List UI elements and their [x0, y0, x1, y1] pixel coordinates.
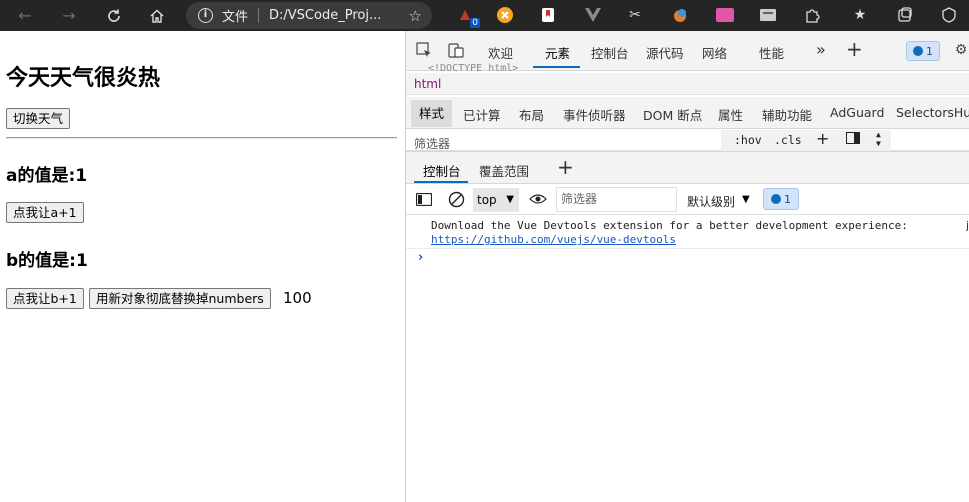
hover-state-toggle[interactable]: :hov — [734, 133, 762, 147]
add-tab-icon[interactable]: + — [846, 37, 863, 61]
divider — [6, 137, 397, 139]
increment-b-button[interactable]: 点我让b+1 — [6, 288, 84, 309]
drawer-active-indicator — [414, 181, 468, 183]
log-level-chevron-icon: ▼ — [742, 194, 750, 205]
forward-icon[interactable]: → — [54, 0, 84, 31]
issues-button[interactable]: 1 — [906, 41, 940, 61]
tab-properties[interactable]: 属性 — [718, 105, 743, 124]
increment-a-button[interactable]: 点我让a+1 — [6, 202, 84, 223]
scroll-arrows-icon[interactable]: ▲ ▼ — [876, 130, 881, 148]
sidebar-toggle-icon[interactable] — [415, 192, 433, 210]
inspect-element-icon[interactable] — [414, 42, 434, 60]
drawer-add-tab-icon[interactable]: + — [557, 155, 574, 179]
tab-accessibility[interactable]: 辅助功能 — [762, 105, 812, 124]
extension-badge: 0 — [470, 18, 480, 28]
console-issues-count: 1 — [784, 192, 791, 206]
url-text[interactable]: D:/VSCode_Proj... — [269, 8, 387, 23]
console-message-text: Download the Vue Devtools extension for … — [431, 219, 908, 232]
scissors-icon[interactable]: ✂ — [624, 4, 646, 26]
extensions-icon[interactable] — [801, 4, 823, 26]
tab-adguard[interactable]: AdGuard — [830, 105, 884, 120]
home-icon[interactable] — [142, 0, 172, 31]
tab-styles[interactable]: 样式 — [411, 100, 453, 127]
a-value-heading: a的值是:1 — [6, 166, 88, 186]
new-rule-icon[interactable]: + — [816, 129, 829, 148]
clear-console-icon[interactable] — [448, 191, 465, 212]
chevron-down-icon: ▼ — [506, 194, 514, 205]
favorites-icon[interactable]: ★ — [849, 4, 871, 26]
tab-dom-breakpoints[interactable]: DOM 断点 — [643, 105, 702, 124]
extension-icon-8[interactable] — [757, 4, 779, 26]
address-bar[interactable]: i 文件 D:/VSCode_Proj... ☆ — [186, 2, 432, 29]
number-text: 100 — [283, 289, 312, 307]
drawer-tab-console[interactable]: 控制台 — [423, 161, 461, 180]
console-issues-button[interactable]: 1 — [763, 188, 799, 210]
console-message-link[interactable]: https://github.com/vuejs/vue-devtools — [431, 233, 908, 247]
elements-breadcrumb: html — [406, 73, 969, 95]
tab-layout[interactable]: 布局 — [519, 105, 544, 124]
toggle-weather-button[interactable]: 切换天气 — [6, 108, 71, 129]
extension-icon-1[interactable]: 0 — [454, 4, 480, 28]
console-message: Download the Vue Devtools extension for … — [431, 219, 908, 247]
vue-devtools-icon[interactable] — [582, 4, 604, 26]
console-toolbar: top ▼ 筛选器 默认级别 ▼ 1 — [406, 185, 969, 215]
live-expression-eye-icon[interactable] — [529, 193, 547, 209]
tab-console[interactable]: 控制台 — [591, 43, 629, 62]
context-select-value: top — [477, 193, 497, 207]
device-emulation-icon[interactable] — [446, 42, 466, 60]
issues-icon — [913, 46, 923, 56]
browser-essentials-icon[interactable] — [938, 4, 960, 26]
tab-network[interactable]: 网络 — [702, 43, 727, 62]
tab-elements[interactable]: 元素 — [545, 43, 570, 62]
weather-title: 今天天气很炎热 — [6, 66, 161, 91]
browser-toolbar: ← → i 文件 D:/VSCode_Proj... ☆ 0 ✂ ★ — [0, 0, 969, 31]
styles-filter-input[interactable]: 筛选器 — [414, 135, 450, 152]
tab-event-listeners[interactable]: 事件侦听器 — [563, 105, 626, 124]
breadcrumb-html[interactable]: html — [414, 77, 441, 91]
issues-count: 1 — [926, 44, 933, 58]
protocol-label: 文件 — [222, 10, 249, 25]
class-toggle[interactable]: .cls — [774, 133, 802, 147]
extension-icon-7[interactable] — [714, 4, 736, 26]
more-tabs-icon[interactable]: » — [816, 40, 826, 59]
drawer-tab-coverage[interactable]: 覆盖范围 — [479, 161, 529, 180]
collections-icon[interactable] — [894, 4, 916, 26]
doctype-fragment: <!DOCTYPE html> — [428, 63, 519, 71]
styles-sub-tabs: 样式 已计算 布局 事件侦听器 DOM 断点 属性 辅助功能 AdGuard S… — [406, 97, 969, 129]
bookmark-extension-icon[interactable] — [537, 4, 559, 26]
back-icon[interactable]: ← — [10, 0, 40, 31]
add-favorite-icon[interactable]: ☆ — [409, 7, 422, 25]
computed-sidebar-icon[interactable] — [846, 132, 860, 147]
context-select[interactable]: top ▼ — [473, 188, 519, 212]
info-icon[interactable]: i — [198, 8, 213, 23]
replace-numbers-button[interactable]: 用新对象彻底替换掉numbers — [89, 288, 271, 309]
address-separator — [258, 8, 260, 23]
tab-selectorshub[interactable]: SelectorsHub — [896, 105, 969, 120]
settings-gear-icon[interactable]: ⚙ — [951, 42, 969, 60]
console-issues-icon — [771, 194, 781, 204]
devtools-panel: 欢迎 元素 控制台 源代码 网络 性能 » + 1 ⚙ <!DOCTYPE ht… — [405, 31, 969, 502]
b-value-heading: b的值是:1 — [6, 251, 88, 271]
drawer-tabs: 控制台 覆盖范围 + — [406, 151, 969, 184]
console-prompt-icon[interactable]: › — [418, 250, 423, 265]
styles-filter-row: 筛选器 :hov .cls + ▲ ▼ — [406, 129, 969, 152]
tab-welcome[interactable]: 欢迎 — [488, 43, 513, 62]
active-tab-indicator — [533, 66, 580, 68]
console-message-divider — [406, 248, 969, 249]
extension-icon-2[interactable] — [494, 4, 516, 26]
tab-performance[interactable]: 性能 — [759, 43, 784, 62]
tab-computed[interactable]: 已计算 — [463, 105, 501, 124]
tab-sources[interactable]: 源代码 — [646, 43, 684, 62]
log-level-select[interactable]: 默认级别 — [687, 193, 735, 210]
page-viewport: 今天天气很炎热 切换天气 a的值是:1 点我让a+1 b的值是:1 点我让b+1… — [0, 31, 405, 502]
refresh-icon[interactable] — [99, 0, 129, 31]
extension-icon-6[interactable] — [669, 4, 691, 26]
console-filter-input[interactable]: 筛选器 — [556, 187, 677, 212]
